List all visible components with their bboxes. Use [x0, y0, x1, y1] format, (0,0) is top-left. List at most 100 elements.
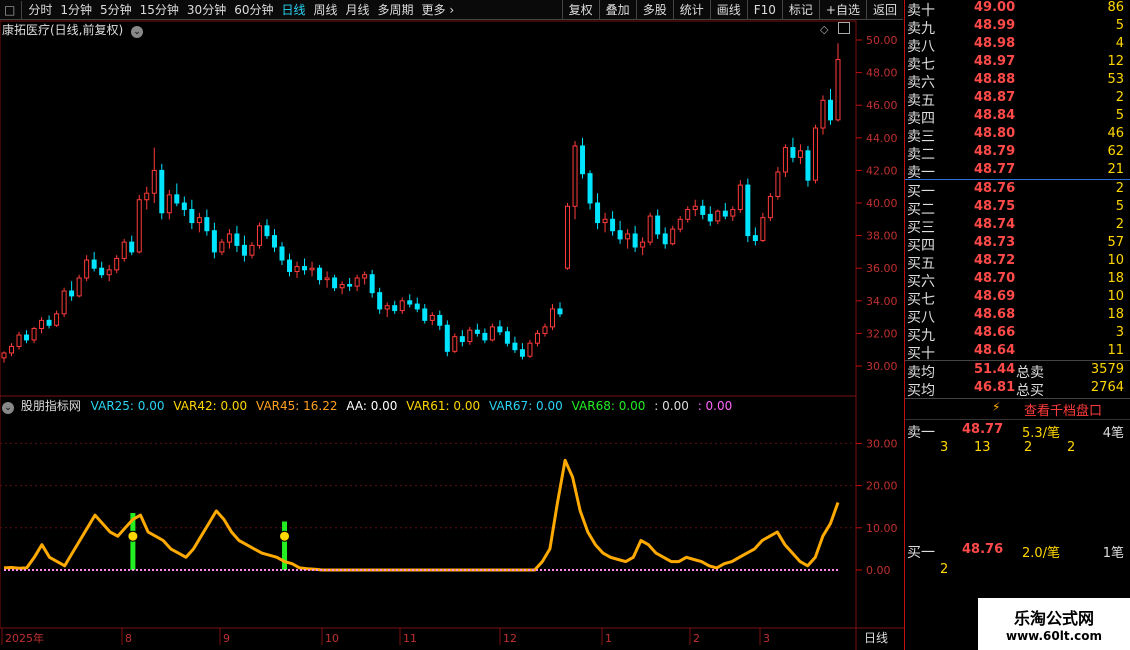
ask-row[interactable]: 卖三 48.80 46	[904, 126, 1124, 145]
bid-row[interactable]: 买四 48.73 57	[904, 235, 1124, 254]
candle-body	[234, 233, 240, 246]
candle-body	[610, 218, 616, 232]
indicator-var42: VAR42: 0.00	[173, 399, 248, 413]
bid-row[interactable]: 买一 48.76 2	[904, 181, 1124, 200]
window-toggle-icon[interactable]	[838, 22, 850, 34]
bid-row[interactable]: 买六 48.70 18	[904, 271, 1124, 290]
baseline-marker	[372, 569, 374, 571]
bid-row[interactable]: 买八 48.68 18	[904, 307, 1124, 326]
baseline-marker	[200, 569, 202, 571]
baseline-marker	[540, 569, 542, 571]
baseline-marker	[664, 569, 666, 571]
time-label: 9	[223, 632, 230, 645]
baseline-marker	[796, 569, 798, 571]
baseline-marker	[212, 569, 214, 571]
baseline-marker	[680, 569, 682, 571]
baseline-marker	[240, 569, 242, 571]
baseline-marker	[60, 569, 62, 571]
baseline-marker	[364, 569, 366, 571]
bid-row[interactable]: 买十 48.64 11	[904, 343, 1124, 362]
chevron-down-icon[interactable]: ⌄	[2, 402, 14, 414]
ask-volume: 86	[1107, 0, 1124, 15]
avg-buy-label: 买均	[907, 383, 935, 399]
indicator-tick-label: 30.00	[866, 437, 898, 450]
baseline-marker	[32, 569, 34, 571]
candle-body	[595, 202, 601, 224]
baseline-marker	[832, 569, 834, 571]
ask-price: 48.99	[974, 18, 1016, 33]
baseline-marker	[24, 569, 26, 571]
baseline-marker	[76, 569, 78, 571]
baseline-marker	[692, 569, 694, 571]
ask-row[interactable]: 卖六 48.88 53	[904, 72, 1124, 91]
candle-body	[790, 147, 796, 158]
bid-volume: 2	[1115, 217, 1124, 232]
baseline-marker	[544, 569, 546, 571]
bid-volume: 10	[1107, 289, 1124, 304]
baseline-marker	[368, 569, 370, 571]
baseline-marker	[264, 569, 266, 571]
ask-volume: 2	[1115, 90, 1124, 105]
baseline-marker	[360, 569, 362, 571]
diamond-icon[interactable]: ◇	[820, 23, 828, 36]
price-tick-label: 44.00	[866, 132, 898, 145]
ask-volume: 21	[1107, 162, 1124, 177]
candle-body	[677, 218, 683, 230]
baseline-marker	[788, 569, 790, 571]
time-label: 11	[403, 632, 417, 645]
candle-body	[324, 277, 330, 281]
price-tick-label: 34.00	[866, 295, 898, 308]
sell1-detail-row: 卖一 48.77 5.3/笔 4笔	[904, 422, 1124, 441]
baseline-marker	[800, 569, 802, 571]
indicator-name: 股朋指标网	[20, 399, 81, 413]
sell1-queue: 3 13 2 2	[904, 440, 1124, 456]
chart-area[interactable]: 50.00 48.00 46.00 44.00 42.00 40.00 38.00 36.00…	[0, 0, 904, 650]
baseline-marker	[100, 569, 102, 571]
candle-body	[474, 329, 480, 334]
ask-row[interactable]: 卖四 48.84 5	[904, 108, 1124, 127]
ask-row[interactable]: 卖七 48.97 12	[904, 54, 1124, 73]
ask-row[interactable]: 卖五 48.87 2	[904, 90, 1124, 109]
ask-row[interactable]: 卖十 49.00 86	[904, 0, 1124, 19]
baseline-marker	[204, 569, 206, 571]
candle-body	[805, 150, 811, 181]
baseline-marker	[232, 569, 234, 571]
baseline-marker	[400, 569, 402, 571]
candle-body	[422, 308, 428, 321]
baseline-marker	[768, 569, 770, 571]
ask-volume: 5	[1115, 18, 1124, 33]
ask-row[interactable]: 卖一 48.77 21	[904, 162, 1124, 181]
baseline-marker	[136, 569, 138, 571]
candle-body	[407, 300, 413, 305]
baseline-marker	[492, 569, 494, 571]
bid-price: 48.76	[974, 181, 1016, 196]
baseline-marker	[732, 569, 734, 571]
ask-row[interactable]: 卖八 48.98 4	[904, 36, 1124, 55]
baseline-marker	[672, 569, 674, 571]
candle-body	[444, 324, 450, 352]
baseline-marker	[312, 569, 314, 571]
bid-row[interactable]: 买三 48.74 2	[904, 217, 1124, 236]
price-tick-label: 50.00	[866, 34, 898, 47]
bid-row[interactable]: 买九 48.66 3	[904, 325, 1124, 344]
bid-row[interactable]: 买五 48.72 10	[904, 253, 1124, 272]
candle-body	[249, 244, 255, 256]
lightning-icon: ⚡	[992, 400, 1001, 414]
ask-row[interactable]: 卖九 48.99 5	[904, 18, 1124, 37]
baseline-marker	[548, 569, 550, 571]
price-tick-label: 30.00	[866, 360, 898, 373]
baseline-marker	[340, 569, 342, 571]
ask-row[interactable]: 卖二 48.79 62	[904, 144, 1124, 163]
signal-circle-marker	[279, 530, 291, 542]
thousand-level-button[interactable]: 查看千档盘口	[1024, 400, 1102, 419]
bid-row[interactable]: 买七 48.69 10	[904, 289, 1124, 308]
candle-body	[617, 230, 623, 240]
bid-label: 买七	[907, 292, 935, 308]
candle-body	[640, 241, 646, 248]
baseline-marker	[160, 569, 162, 571]
chevron-down-icon[interactable]: ⌄	[131, 26, 144, 38]
baseline-marker	[172, 569, 174, 571]
bid-row[interactable]: 买二 48.75 5	[904, 199, 1124, 218]
candle-body	[384, 305, 390, 310]
baseline-marker	[268, 569, 270, 571]
